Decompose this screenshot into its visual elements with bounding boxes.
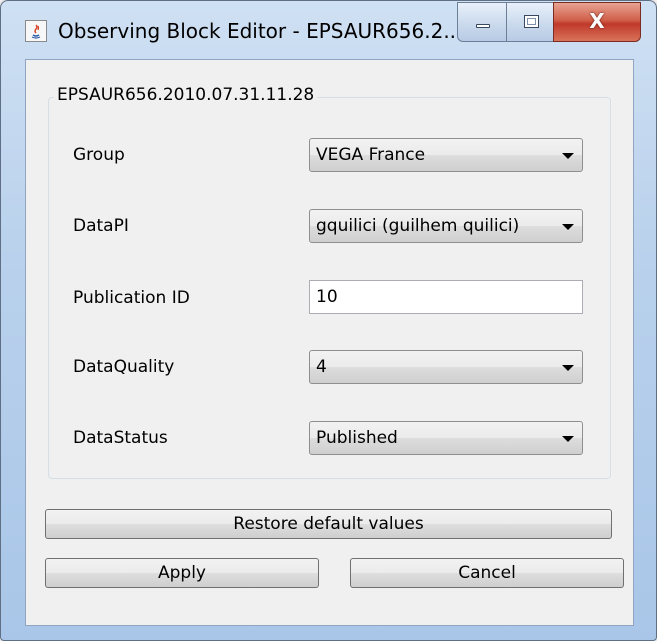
datapi-combobox[interactable]: gquilici (guilhem quilici) (309, 209, 583, 243)
dataquality-combobox[interactable]: 4 (309, 350, 583, 384)
title-bar[interactable]: Observing Block Editor - EPSAUR656.2... … (1, 1, 656, 59)
maximize-icon (524, 15, 539, 28)
maximize-button[interactable] (506, 2, 554, 42)
dataquality-label: DataQuality (73, 357, 175, 377)
chevron-down-icon (562, 224, 574, 230)
chevron-down-icon (562, 153, 574, 159)
apply-button[interactable]: Apply (45, 558, 319, 588)
java-icon[interactable] (25, 20, 47, 42)
datastatus-combobox[interactable]: Published (309, 421, 583, 455)
window-title: Observing Block Editor - EPSAUR656.2... (58, 19, 463, 43)
dialog-window: Observing Block Editor - EPSAUR656.2... … (0, 0, 657, 641)
minimize-button[interactable] (457, 2, 507, 42)
datastatus-label: DataStatus (73, 428, 168, 448)
publication-id-label: Publication ID (73, 288, 190, 308)
datapi-value: gquilici (guilhem quilici) (316, 216, 520, 236)
group-label: Group (73, 145, 125, 165)
cancel-button[interactable]: Cancel (350, 558, 624, 588)
datapi-label: DataPI (73, 216, 129, 236)
dataquality-value: 4 (316, 357, 327, 377)
chevron-down-icon (562, 365, 574, 371)
restore-default-values-button[interactable]: Restore default values (45, 509, 612, 539)
dialog-client-area: EPSAUR656.2010.07.31.11.28 Group VEGA Fr… (25, 59, 634, 626)
group-combobox[interactable]: VEGA France (309, 138, 583, 172)
close-button[interactable]: X (553, 2, 641, 42)
close-icon: X (589, 9, 605, 33)
chevron-down-icon (562, 436, 574, 442)
group-title: EPSAUR656.2010.07.31.11.28 (54, 85, 318, 105)
datastatus-value: Published (316, 428, 398, 448)
publication-id-input[interactable] (309, 280, 583, 314)
observing-block-group: EPSAUR656.2010.07.31.11.28 Group VEGA Fr… (48, 85, 611, 479)
group-value: VEGA France (316, 145, 426, 165)
minimize-icon (476, 24, 490, 28)
